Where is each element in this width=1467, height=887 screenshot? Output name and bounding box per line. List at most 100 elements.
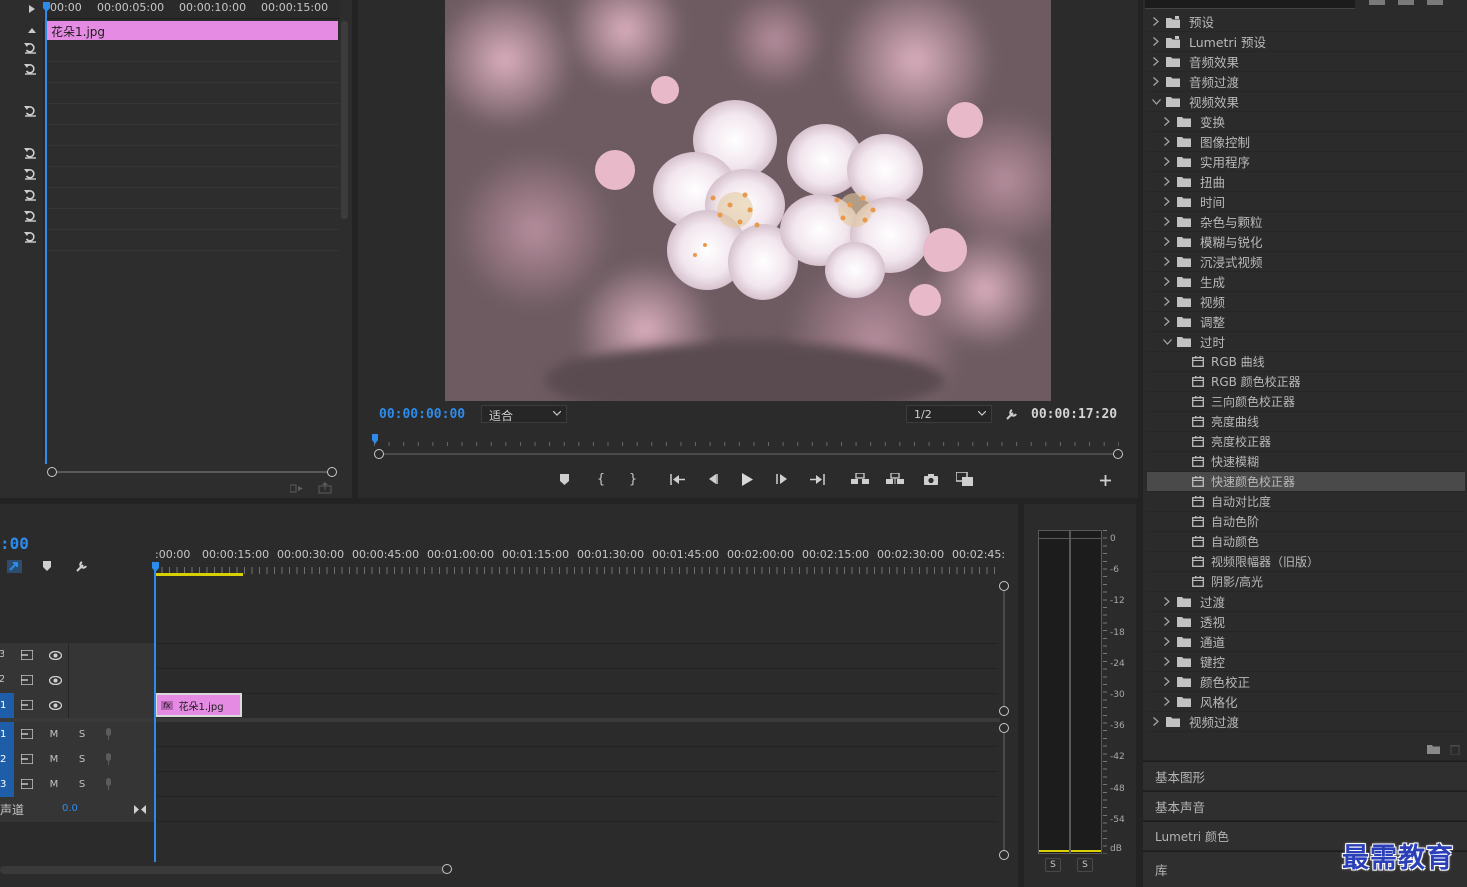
effect-folder-item[interactable]: 视频效果 [1147,92,1465,112]
playhead[interactable] [45,2,47,464]
chevron-right-icon[interactable] [1151,37,1161,47]
effect-folder-item[interactable]: 过时 [1147,332,1465,352]
zoom-handle-left[interactable] [47,467,57,477]
zoom-handle-right[interactable] [1113,449,1123,459]
chevron-right-icon[interactable] [1162,657,1172,667]
chevron-right-icon[interactable] [1162,217,1172,227]
timeline-settings-wrench-icon[interactable] [73,557,91,574]
effect-folder-item[interactable]: 杂色与颗粒 [1147,212,1465,232]
program-time-ruler[interactable] [374,434,1119,446]
accelerated-effects-icon[interactable] [1369,0,1385,5]
effect-folder-item[interactable]: 变换 [1147,112,1465,132]
chevron-right-icon[interactable] [1151,77,1161,87]
panel-essential-graphics[interactable]: 基本图形 [1143,761,1467,790]
audio-track-header-a3[interactable]: 3 M S [0,772,154,797]
mark-out-icon[interactable]: } [626,471,640,487]
effect-folder-item[interactable]: 通道 [1147,632,1465,652]
effect-controls-ruler[interactable]: 00:00 00:00:05:00 00:00:10:00 00:00:15:0… [44,0,340,19]
sync-lock-icon[interactable] [20,649,34,661]
chevron-right-icon[interactable] [1151,717,1161,727]
effects-search-input[interactable] [1145,0,1355,9]
audio-scroll-track[interactable] [1003,733,1005,851]
video-track-lane-v3[interactable] [154,643,998,668]
chevron-right-icon[interactable] [1162,297,1172,307]
solo-button[interactable]: S [76,728,88,740]
effect-folder-item[interactable]: Lumetri 预设 [1147,32,1465,52]
timeline-timecode[interactable]: :00 [0,534,29,553]
zoom-handle-right[interactable] [327,467,337,477]
chevron-right-icon[interactable] [1162,317,1172,327]
video-track-header-v3[interactable]: 3 [0,643,154,668]
scroll-handle-right[interactable] [442,864,452,874]
sync-lock-icon[interactable] [20,728,34,740]
solo-left-button[interactable]: S [1045,858,1061,872]
mute-button[interactable]: M [48,728,60,740]
effect-folder-item[interactable]: 预设 [1147,12,1465,32]
chevron-right-icon[interactable] [1162,177,1172,187]
effect-item[interactable]: 快速颜色校正器 [1147,472,1465,492]
effect-folder-item[interactable]: 音频过渡 [1147,72,1465,92]
chevron-right-icon[interactable] [1162,137,1172,147]
snap-icon[interactable] [5,558,23,574]
export-frame-camera-icon[interactable] [922,471,940,487]
effect-folder-item[interactable]: 透视 [1147,612,1465,632]
add-button-icon[interactable] [1098,473,1112,487]
effect-controls-clip-bar[interactable]: 花朵1.jpg [46,21,338,40]
effect-folder-item[interactable]: 模糊与锐化 [1147,232,1465,252]
effect-item[interactable]: 亮度曲线 [1147,412,1465,432]
effect-item[interactable]: 自动对比度 [1147,492,1465,512]
timeline-playhead[interactable] [154,562,156,862]
step-forward-icon[interactable] [774,471,790,487]
go-to-edit-point-icon[interactable] [133,803,147,815]
program-zoom-bar[interactable] [380,453,1116,455]
export-icon[interactable] [318,482,332,494]
sync-lock-icon[interactable] [20,674,34,686]
effect-item[interactable]: RGB 曲线 [1147,352,1465,372]
zoom-scrollbar[interactable] [50,471,334,473]
effect-item[interactable]: 阴影/高光 [1147,572,1465,592]
keyframe-area[interactable] [45,41,339,251]
play-icon[interactable] [739,470,755,488]
chevron-right-icon[interactable] [1162,117,1172,127]
sync-lock-icon[interactable] [20,778,34,790]
effect-folder-item[interactable]: 图像控制 [1147,132,1465,152]
solo-button[interactable]: S [76,778,88,790]
chevron-down-icon[interactable] [1162,337,1172,347]
timeline-ruler[interactable]: :00:00 00:00:15:00 00:00:30:00 00:00:45:… [154,540,1005,576]
video-track-header-v1[interactable]: 1 [0,693,154,718]
effect-folder-item[interactable]: 时间 [1147,192,1465,212]
chevron-right-icon[interactable] [1151,57,1161,67]
microphone-icon[interactable] [102,727,114,741]
microphone-icon[interactable] [102,752,114,766]
mute-button[interactable]: M [48,778,60,790]
master-volume-value[interactable]: 0.0 [62,803,78,814]
video-track-header-v2[interactable]: 2 [0,668,154,693]
filter-property-icon[interactable] [290,482,304,494]
step-back-icon[interactable] [704,471,720,487]
chevron-right-icon[interactable] [1162,677,1172,687]
resolution-select[interactable]: 1/2 [906,405,992,423]
chevron-right-icon[interactable] [1162,197,1172,207]
audio-track-lane-a3[interactable] [154,772,998,797]
video-scroll-top-handle[interactable] [999,581,1009,591]
chevron-right-icon[interactable] [1162,257,1172,267]
master-track-header[interactable]: 声道 0.0 [0,797,154,822]
mute-button[interactable]: M [48,753,60,765]
add-marker-icon[interactable] [556,471,572,487]
video-track-area-empty[interactable] [154,577,998,642]
go-to-out-icon[interactable] [808,471,826,487]
effect-folder-item[interactable]: 过渡 [1147,592,1465,612]
reset-icon[interactable] [22,230,38,244]
effect-folder-item[interactable]: 沉浸式视频 [1147,252,1465,272]
chevron-down-icon[interactable] [1151,97,1161,107]
audio-track-lane-a1[interactable] [154,722,998,747]
fit-select[interactable]: 适合 [481,405,567,423]
chevron-right-icon[interactable] [1162,597,1172,607]
microphone-icon[interactable] [102,777,114,791]
32bit-effects-icon[interactable] [1398,0,1414,5]
eye-icon[interactable] [47,649,63,661]
effect-item[interactable]: 快速模糊 [1147,452,1465,472]
effect-item[interactable]: 三向颜色校正器 [1147,392,1465,412]
play-triangle-icon[interactable] [27,3,37,15]
vertical-scrollbar[interactable] [341,21,348,219]
